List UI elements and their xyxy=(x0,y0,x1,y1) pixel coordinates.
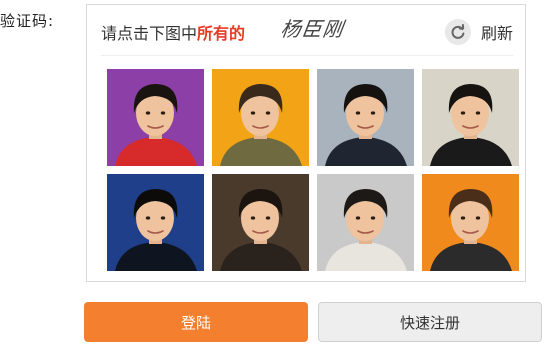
captcha-tile-1-image[interactable] xyxy=(107,69,204,166)
captcha-tile-5-image[interactable] xyxy=(107,174,204,271)
captcha-header: 请点击下图中所有的 杨臣刚 刷新 xyxy=(87,5,527,55)
captcha-tile-5[interactable] xyxy=(107,174,204,271)
captcha-tile-4[interactable] xyxy=(422,69,519,166)
captcha-tile-3[interactable] xyxy=(317,69,414,166)
captcha-label: 验证码: xyxy=(0,12,55,30)
captcha-tile-8-image[interactable] xyxy=(422,174,519,271)
captcha-tile-2[interactable] xyxy=(212,69,309,166)
captcha-tile-4-image[interactable] xyxy=(422,69,519,166)
captcha-tile-6-image[interactable] xyxy=(212,174,309,271)
captcha-tile-3-image[interactable] xyxy=(317,69,414,166)
captcha-panel: 请点击下图中所有的 杨臣刚 刷新 xyxy=(86,4,526,282)
captcha-tile-2-image[interactable] xyxy=(212,69,309,166)
quick-register-button[interactable]: 快速注册 xyxy=(318,302,542,342)
refresh-label[interactable]: 刷新 xyxy=(481,20,513,44)
captcha-tile-7[interactable] xyxy=(317,174,414,271)
login-button[interactable]: 登陆 xyxy=(84,302,308,342)
captcha-tile-7-image[interactable] xyxy=(317,174,414,271)
captcha-tile-1[interactable] xyxy=(107,69,204,166)
captcha-tile-8[interactable] xyxy=(422,174,519,271)
captcha-prompt-emphasis: 所有的 xyxy=(197,24,246,43)
refresh-button[interactable]: 刷新 xyxy=(445,17,513,47)
captcha-divider xyxy=(101,55,513,56)
captcha-prompt: 请点击下图中所有的 xyxy=(101,20,245,44)
captcha-tile-6[interactable] xyxy=(212,174,309,271)
captcha-target-name: 杨臣刚 xyxy=(279,17,346,41)
refresh-icon[interactable] xyxy=(445,19,471,45)
captcha-prompt-text: 请点击下图中 xyxy=(101,24,198,43)
login-form: 验证码: 请点击下图中所有的 杨臣刚 刷新 登陆 快速注册 xyxy=(0,0,550,357)
captcha-image-grid xyxy=(107,69,519,273)
